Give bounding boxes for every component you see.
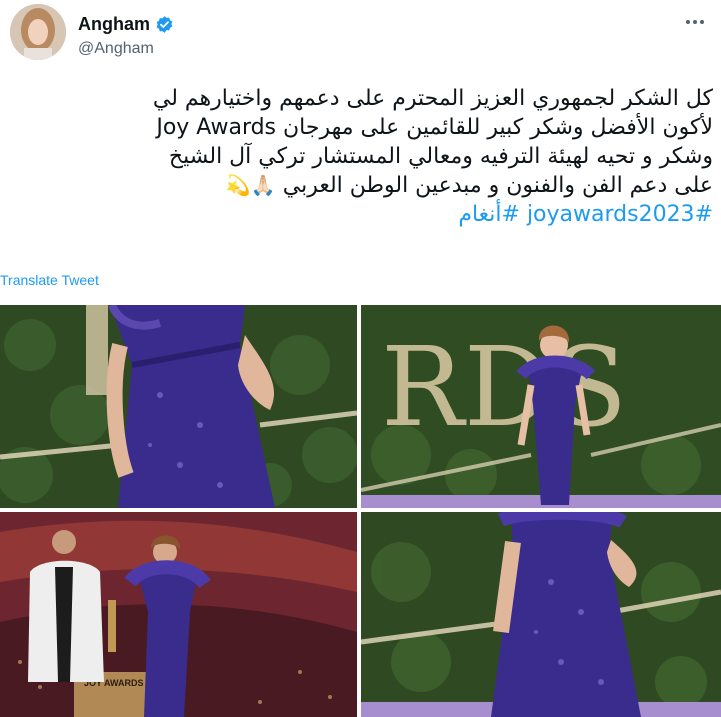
hashtag[interactable]: #joyawards2023 #أنغام [458, 202, 713, 227]
avatar[interactable] [10, 4, 66, 60]
photo-2[interactable]: RDS [361, 305, 721, 508]
tweet-line: لأكون الأفضل وشكر كبير للقائمين على مهرج… [156, 115, 713, 140]
media-grid: RDS JOY AWARDS [0, 305, 721, 717]
photo-4[interactable] [361, 512, 721, 717]
author-name-row: Angham [78, 14, 174, 35]
tweet-header: Angham @Angham [10, 4, 710, 66]
hashtag-line: #joyawards2023 #أنغام [13, 200, 713, 229]
more-options-icon[interactable] [680, 12, 710, 32]
author-name[interactable]: Angham [78, 14, 150, 35]
translate-tweet-link[interactable]: Translate Tweet [0, 272, 99, 288]
author-handle[interactable]: @Angham [78, 40, 154, 58]
tweet-line-last: على دعم الفن والفنون و مبدعين الوطن العر… [13, 171, 713, 200]
tweet-text: كل الشكر لجمهوري العزيز المحترم على دعمه… [13, 84, 713, 229]
photo-3[interactable]: JOY AWARDS [0, 512, 357, 717]
photo-1[interactable] [0, 305, 357, 508]
tweet-line: على دعم الفن والفنون و مبدعين الوطن العر… [282, 173, 713, 198]
tweet-line: وشكر و تحيه لهيئة الترفيه ومعالي المستشا… [168, 144, 713, 169]
photo-sign-text: RDS [381, 323, 627, 451]
emoji: 🙏🏻💫 [225, 173, 276, 197]
verified-badge-icon [156, 16, 173, 33]
tweet-line: كل الشكر لجمهوري العزيز المحترم على دعمه… [152, 86, 713, 111]
